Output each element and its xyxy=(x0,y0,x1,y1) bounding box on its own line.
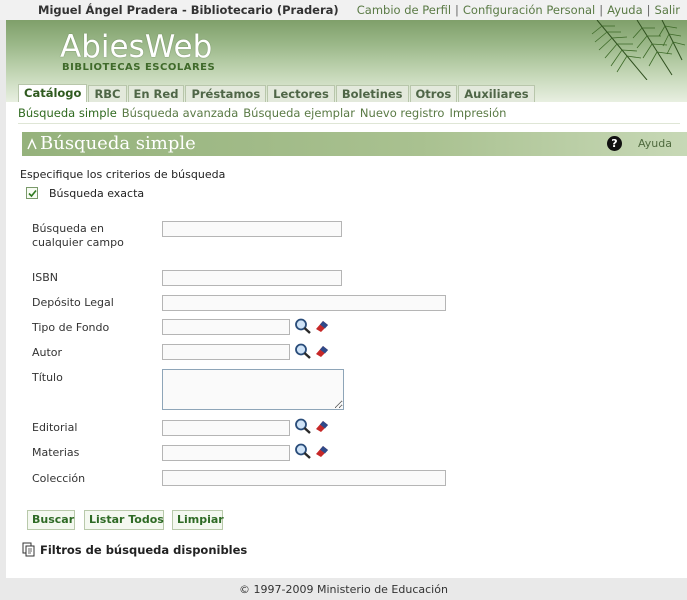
checkmark-icon xyxy=(28,189,37,198)
titulo-textarea[interactable] xyxy=(162,369,344,410)
search-icon[interactable] xyxy=(294,443,312,459)
subnav-busqueda-avanzada[interactable]: Búsqueda avanzada xyxy=(122,106,238,120)
profile-change-link[interactable]: Cambio de Perfil xyxy=(357,3,451,17)
isbn-input[interactable] xyxy=(162,270,342,286)
label-tipo-fondo: Tipo de Fondo xyxy=(32,321,110,334)
label-any-field: Búsqueda en cualquier campo xyxy=(32,222,124,249)
coleccion-input[interactable] xyxy=(162,470,446,486)
tab-auxiliares[interactable]: Auxiliares xyxy=(458,85,535,103)
label-materias: Materias xyxy=(32,446,80,459)
sub-navigation: Búsqueda simple Búsqueda avanzada Búsqueda… xyxy=(18,106,511,120)
main-tabs: Catálogo RBC En Red Préstamos Lectores Boleti… xyxy=(18,84,536,103)
criteria-label: Especifique los criterios de búsqueda xyxy=(20,168,226,181)
materias-input[interactable] xyxy=(162,445,290,461)
logout-link[interactable]: Salir xyxy=(655,3,680,17)
tab-rbc[interactable]: RBC xyxy=(88,85,127,103)
search-icon[interactable] xyxy=(294,418,312,434)
label-deposito-legal: Depósito Legal xyxy=(32,296,114,309)
tab-prestamos[interactable]: Préstamos xyxy=(185,85,267,103)
filters-label: Filtros de búsqueda disponibles xyxy=(40,542,248,557)
subnav-nuevo-registro[interactable]: Nuevo registro xyxy=(360,106,445,120)
search-filters[interactable]: Filtros de búsqueda disponibles xyxy=(22,542,247,557)
exact-search-option: Búsqueda exacta xyxy=(26,186,144,200)
logo-subtitle: BIBLIOTECAS ESCOLARES xyxy=(62,62,216,73)
tab-en-red[interactable]: En Red xyxy=(127,85,185,103)
footer-copyright: © 1997-2009 Ministerio de Educación xyxy=(239,583,448,596)
logo-main-text: AbiesWeb xyxy=(60,29,213,65)
top-bar: Miguel Ángel Pradera - Bibliotecario (Pr… xyxy=(0,0,687,20)
search-button[interactable]: Buscar xyxy=(27,510,75,530)
editorial-input[interactable] xyxy=(162,420,290,436)
personal-config-link[interactable]: Configuración Personal xyxy=(463,3,595,17)
any-field-input[interactable] xyxy=(162,221,342,237)
divider xyxy=(18,123,680,124)
label-isbn: ISBN xyxy=(32,271,59,284)
exact-search-label: Búsqueda exacta xyxy=(49,186,145,200)
search-icon[interactable] xyxy=(294,343,312,359)
subnav-impresion[interactable]: Impresión xyxy=(449,106,506,120)
label-coleccion: Colección xyxy=(32,472,86,485)
filter-documents-icon xyxy=(22,542,35,557)
app-logo: AbiesWeb BIBLIOTECAS ESCOLARES xyxy=(60,29,216,74)
tab-boletines[interactable]: Boletines xyxy=(335,85,409,103)
autor-input[interactable] xyxy=(162,344,290,360)
deposito-legal-input[interactable] xyxy=(162,295,446,311)
pine-branch-icon xyxy=(591,20,686,80)
section-title: Búsqueda simple xyxy=(40,133,196,154)
tab-catalogo[interactable]: Catálogo xyxy=(18,84,88,103)
separator: | xyxy=(455,3,459,17)
subnav-busqueda-simple[interactable]: Búsqueda simple xyxy=(18,106,117,120)
label-autor: Autor xyxy=(32,346,63,359)
label-editorial: Editorial xyxy=(32,421,78,434)
search-icon[interactable] xyxy=(294,318,312,334)
section-help-link[interactable]: Ayuda xyxy=(638,137,672,150)
separator: | xyxy=(599,3,604,17)
current-user: Miguel Ángel Pradera - Bibliotecario (Pr… xyxy=(38,3,339,17)
tab-lectores[interactable]: Lectores xyxy=(267,85,335,103)
eraser-icon[interactable] xyxy=(314,319,330,333)
help-circle-icon[interactable]: ? xyxy=(607,136,622,151)
tipo-fondo-input[interactable] xyxy=(162,319,290,335)
clear-button[interactable]: Limpiar xyxy=(172,510,224,530)
collapse-caret-icon[interactable] xyxy=(27,138,37,150)
top-links: Cambio de Perfil | Configuración Personal |… xyxy=(357,3,680,17)
list-all-button[interactable]: Listar Todos xyxy=(84,510,164,530)
label-titulo: Título xyxy=(32,371,63,384)
subnav-busqueda-ejemplar[interactable]: Búsqueda ejemplar xyxy=(243,106,355,120)
section-header: Búsqueda simple ? Ayuda xyxy=(22,132,687,156)
exact-search-checkbox[interactable] xyxy=(26,187,38,199)
separator: | xyxy=(646,3,651,17)
help-link[interactable]: Ayuda xyxy=(607,3,643,17)
eraser-icon[interactable] xyxy=(314,344,330,358)
eraser-icon[interactable] xyxy=(314,419,330,433)
tab-otros[interactable]: Otros xyxy=(409,85,458,103)
eraser-icon[interactable] xyxy=(314,444,330,458)
